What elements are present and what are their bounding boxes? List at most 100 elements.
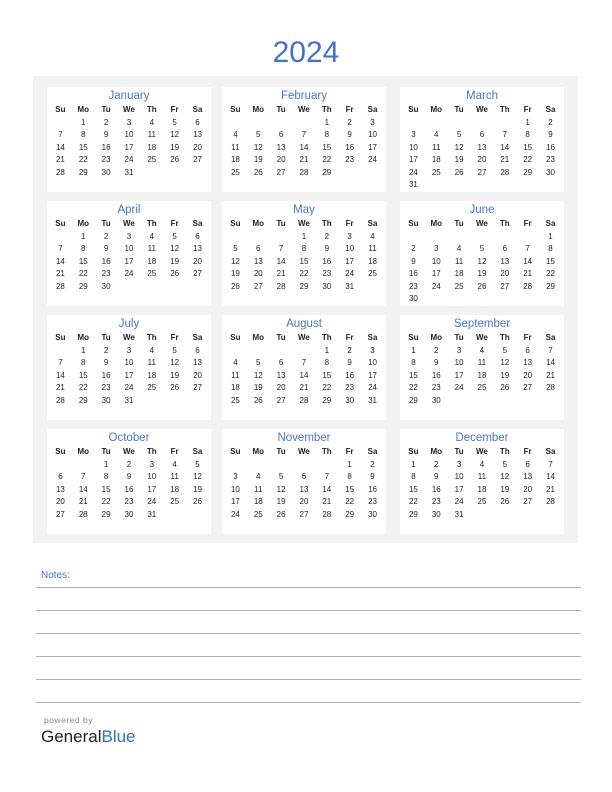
weekday-header: Th: [146, 105, 157, 114]
day-cell: 22: [408, 497, 418, 506]
day-cell: 31: [345, 281, 355, 291]
day-cell: 16: [408, 269, 418, 278]
month-grid: Su Mo Tu We Th Fr Sa 1 2 3 4 5 6 7 8 9 10 11 12 13 14 15 16 17 1…: [224, 446, 384, 534]
day-cell: [471, 395, 494, 408]
day-cell: 28: [299, 395, 309, 405]
day-cell: 17: [124, 256, 134, 266]
day-cell: 26: [193, 497, 202, 506]
day-cell: 26: [500, 383, 510, 392]
day-cell: 16: [431, 484, 441, 494]
weekday-header: Fr: [523, 219, 532, 228]
day-cell: [315, 459, 338, 472]
day-cell: [72, 407, 95, 420]
day-cell: 21: [500, 155, 510, 164]
month-name: July: [118, 318, 140, 330]
month-name: August: [286, 318, 322, 330]
day-cell: [270, 293, 293, 306]
day-cell: 5: [278, 472, 284, 481]
day-cell: 18: [230, 155, 240, 164]
day-cell: 8: [81, 130, 86, 139]
weekday-header: Su: [230, 333, 241, 342]
weekday-header: Fr: [523, 105, 532, 114]
day-cell: 21: [55, 383, 65, 392]
day-cell: 29: [322, 167, 332, 177]
weekday-header: Sa: [545, 105, 556, 114]
weekday-header: Sa: [367, 219, 378, 228]
day-cell: 16: [345, 370, 355, 380]
day-cell: 22: [78, 155, 88, 164]
weekday-header: Tu: [454, 219, 464, 228]
weekday-header: Tu: [276, 219, 286, 228]
day-cell: 10: [431, 256, 441, 266]
day-cell: [448, 179, 471, 192]
day-cell: 6: [479, 130, 485, 139]
day-cell: 11: [454, 256, 464, 266]
weekday-header: We: [476, 447, 488, 456]
day-cell: 23: [101, 155, 111, 164]
weekday-header: Mo: [77, 333, 90, 342]
weekday-header: Mo: [252, 219, 265, 228]
day-cell: 6: [278, 358, 284, 367]
day-cell: [49, 345, 72, 358]
day-cell: [471, 179, 494, 192]
day-cell: 20: [299, 497, 309, 506]
day-cell: 22: [322, 383, 332, 392]
weekday-header: Su: [408, 105, 419, 114]
day-cell: 25: [147, 269, 157, 278]
day-cell: 29: [523, 167, 533, 177]
day-cell: [163, 179, 186, 192]
day-cell: [224, 179, 247, 192]
day-cell: [516, 293, 539, 306]
weekday-header: Tu: [276, 333, 286, 342]
day-cell: 2: [324, 231, 330, 241]
day-cell: [118, 179, 141, 192]
weekday-header: Su: [55, 105, 66, 114]
weekday-header: Th: [321, 447, 332, 456]
day-cell: 8: [548, 244, 553, 253]
day-cell: 5: [479, 244, 485, 253]
weekday-header: Su: [55, 333, 66, 342]
month-june: June Su Mo Tu We Th Fr Sa 1 2 3 4 5 6 7 8 9 10 11 12 13 14 15 1…: [400, 201, 564, 306]
day-cell: 25: [368, 269, 377, 278]
day-cell: 24: [408, 167, 418, 177]
day-cell: 22: [408, 383, 418, 392]
day-cell: 8: [411, 358, 416, 367]
day-cell: 15: [408, 370, 418, 380]
day-cell: [293, 293, 316, 306]
day-cell: 27: [276, 395, 286, 405]
day-cell: 3: [370, 117, 375, 127]
day-cell: [493, 179, 516, 192]
day-cell: 5: [256, 130, 261, 139]
weekday-header: Fr: [523, 447, 532, 456]
day-cell: [493, 231, 516, 244]
day-cell: [49, 179, 72, 192]
day-cell: 23: [101, 269, 111, 278]
day-cell: 9: [434, 358, 439, 367]
day-cell: 3: [411, 130, 416, 139]
day-cell: 15: [78, 142, 88, 152]
weekday-header: Tu: [454, 105, 464, 114]
note-line: [36, 633, 581, 634]
day-cell: [493, 395, 516, 408]
day-cell: 4: [233, 358, 238, 367]
day-cell: 25: [147, 383, 157, 392]
day-cell: 17: [408, 155, 418, 164]
day-cell: 14: [546, 472, 555, 481]
day-cell: 15: [101, 484, 111, 494]
day-cell: 23: [431, 383, 441, 392]
day-cell: [224, 293, 247, 306]
weekday-header: Mo: [430, 219, 443, 228]
day-cell: 7: [81, 472, 86, 481]
day-cell: [118, 281, 141, 294]
day-cell: [493, 293, 516, 306]
day-cell: 25: [170, 497, 180, 506]
day-cell: [448, 231, 471, 244]
day-cell: [315, 179, 338, 192]
day-cell: [516, 179, 539, 192]
day-cell: 22: [78, 269, 88, 278]
day-cell: 27: [193, 383, 202, 392]
day-cell: 14: [55, 256, 65, 266]
day-cell: 4: [434, 130, 439, 139]
month-september: September Su Mo Tu We Th Fr Sa 1 2 3 4 5 6 7 8 9 10 11 12 13…: [400, 315, 564, 420]
day-cell: 31: [368, 395, 377, 405]
